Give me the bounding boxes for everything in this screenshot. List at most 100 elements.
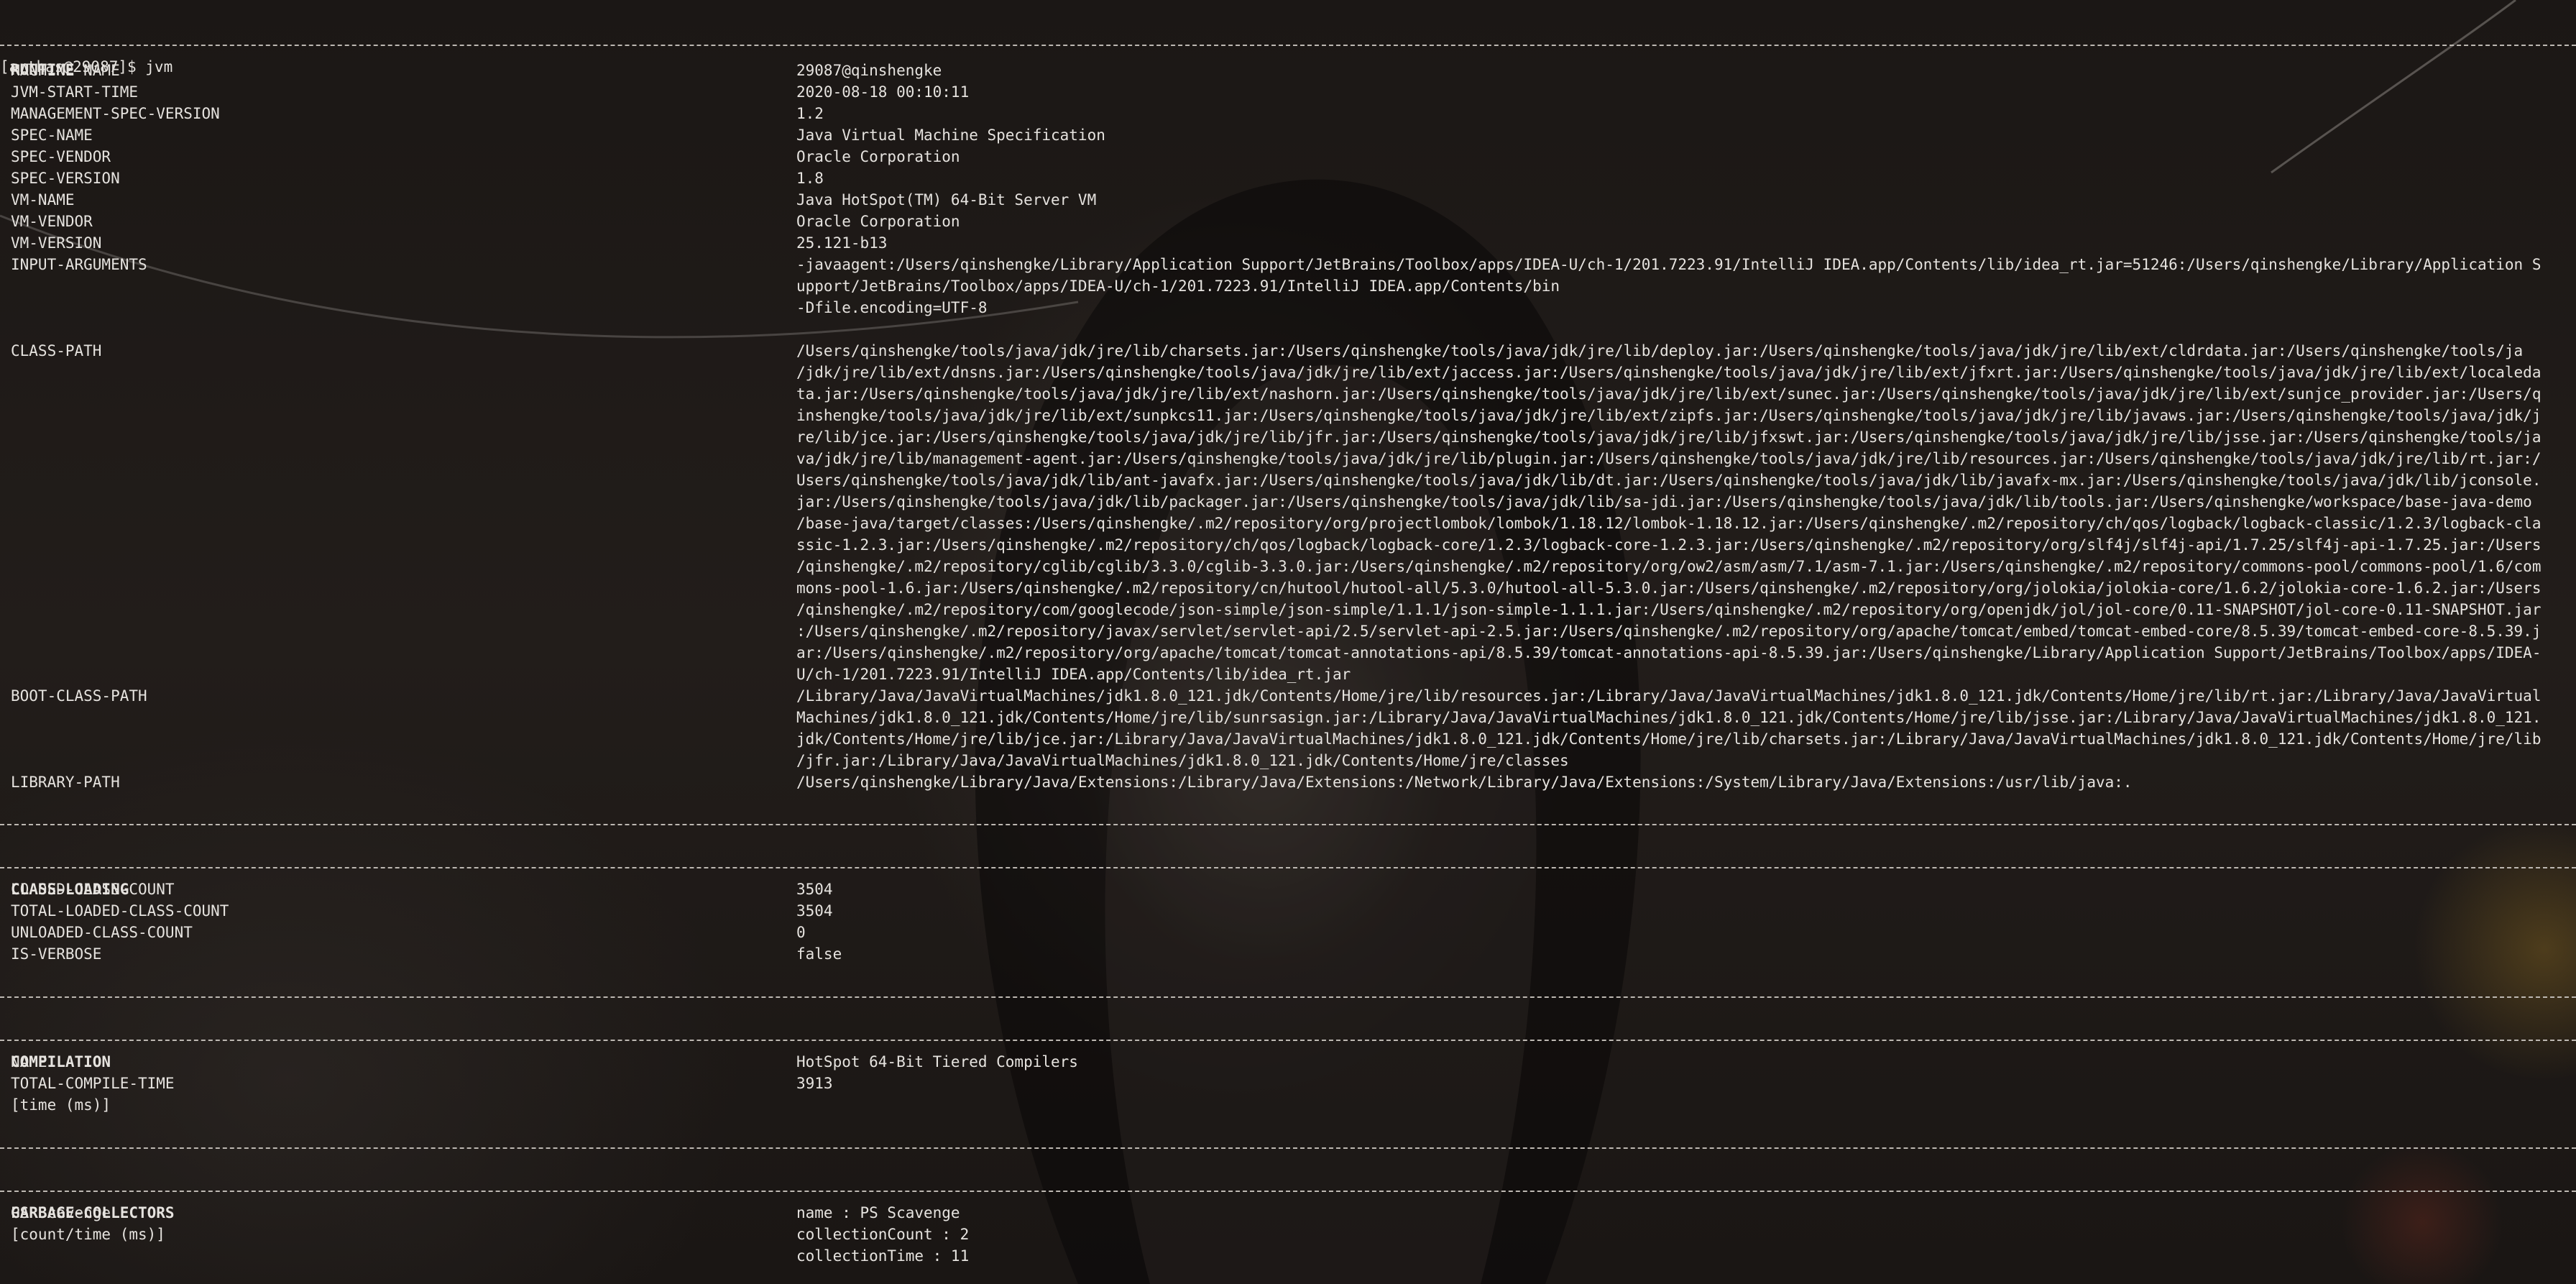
row-value: /base-java/target/classes:/Users/qinshen… xyxy=(796,515,2542,532)
table-row: IS-VERBOSE false xyxy=(0,943,2576,965)
row-value: 3913 xyxy=(796,1075,833,1092)
row-value: /Library/Java/JavaVirtualMachines/jdk1.8… xyxy=(796,687,2542,705)
table-row: [count/time (ms)] collectionCount : 2 xyxy=(0,1224,2576,1245)
table-row: -Dfile.encoding=UTF-8 xyxy=(0,297,2576,318)
row-value: U/ch-1/201.7223.91/IntelliJ IDEA.app/Con… xyxy=(796,666,1351,683)
section-divider xyxy=(0,867,2576,868)
table-row: re/lib/jce.jar:/Users/qinshengke/tools/j… xyxy=(0,426,2576,448)
table-row: SPEC-VERSION 1.8 xyxy=(0,168,2576,189)
row-value: Oracle Corporation xyxy=(796,148,960,165)
row-value: 1.2 xyxy=(796,105,824,122)
row-key: JVM-START-TIME xyxy=(11,83,139,101)
row-value: -javaagent:/Users/qinshengke/Library/App… xyxy=(796,256,2542,273)
table-row: VM-VERSION 25.121-b13 xyxy=(0,232,2576,254)
table-row: SPEC-NAME Java Virtual Machine Specificat… xyxy=(0,124,2576,146)
runtime-table: MACHINE-NAME 29087@qinshengke JVM-START-TI… xyxy=(0,60,2576,793)
table-row: :/Users/qinshengke/.m2/repository/javax/… xyxy=(0,620,2576,642)
row-value: 3504 xyxy=(796,881,833,898)
table-row: /jfr.jar:/Library/Java/JavaVirtualMachin… xyxy=(0,750,2576,771)
garbage-collectors-table: PS Scavenge name : PS Scavenge [count/time… xyxy=(0,1202,2576,1267)
row-key: SPEC-VERSION xyxy=(11,170,120,187)
row-value: HotSpot 64-Bit Tiered Compilers xyxy=(796,1053,1078,1070)
row-key: IS-VERBOSE xyxy=(11,945,102,963)
row-key: SPEC-VENDOR xyxy=(11,148,111,165)
row-key: TOTAL-COMPILE-TIME xyxy=(11,1075,175,1092)
row-value: collectionCount : 2 xyxy=(796,1226,970,1243)
row-value: ta.jar:/Users/qinshengke/tools/java/jdk/… xyxy=(796,385,2542,403)
row-value: Users/qinshengke/tools/java/jdk/lib/ant-… xyxy=(796,472,2542,489)
row-value: ssic-1.2.3.jar:/Users/qinshengke/.m2/rep… xyxy=(796,536,2542,554)
table-row: VM-NAME Java HotSpot(TM) 64-Bit Server VM xyxy=(0,189,2576,211)
table-row: ssic-1.2.3.jar:/Users/qinshengke/.m2/rep… xyxy=(0,534,2576,556)
row-value: /Users/qinshengke/tools/java/jdk/jre/lib… xyxy=(796,342,2524,359)
row-value: inshengke/tools/java/jdk/jre/lib/ext/sun… xyxy=(796,407,2542,424)
row-value: 3504 xyxy=(796,902,833,920)
row-value: jar:/Users/qinshengke/tools/java/jdk/lib… xyxy=(796,493,2532,510)
row-key: NAME xyxy=(11,1053,47,1070)
row-key: SPEC-NAME xyxy=(11,127,93,144)
row-value: Oracle Corporation xyxy=(796,213,960,230)
row-key: [time (ms)] xyxy=(11,1096,111,1114)
row-value: re/lib/jce.jar:/Users/qinshengke/tools/j… xyxy=(796,428,2542,446)
table-row: Users/qinshengke/tools/java/jdk/lib/ant-… xyxy=(0,469,2576,491)
table-row: U/ch-1/201.7223.91/IntelliJ IDEA.app/Con… xyxy=(0,664,2576,685)
table-row: TOTAL-LOADED-CLASS-COUNT 3504 xyxy=(0,900,2576,922)
table-row: inshengke/tools/java/jdk/jre/lib/ext/sun… xyxy=(0,405,2576,426)
table-row xyxy=(0,318,2576,340)
section-divider xyxy=(0,1040,2576,1041)
row-value: Machines/jdk1.8.0_121.jdk/Contents/Home/… xyxy=(796,709,2542,726)
table-row: collectionTime : 11 xyxy=(0,1245,2576,1267)
row-value: jdk/Contents/Home/jre/lib/jce.jar:/Libra… xyxy=(796,730,2542,748)
row-key: LOADED-CLASS-COUNT xyxy=(11,881,175,898)
row-key: INPUT-ARGUMENTS xyxy=(11,256,147,273)
table-row: va/jdk/jre/lib/management-agent.jar:/Use… xyxy=(0,448,2576,469)
table-row: LIBRARY-PATH/Users/qinshengke/Library/Ja… xyxy=(0,771,2576,793)
table-row: PS Scavenge name : PS Scavenge xyxy=(0,1202,2576,1224)
row-value: /jfr.jar:/Library/Java/JavaVirtualMachin… xyxy=(796,752,1569,769)
table-row: /base-java/target/classes:/Users/qinshen… xyxy=(0,513,2576,534)
row-value: ar:/Users/qinshengke/.m2/repository/org/… xyxy=(796,644,2542,661)
table-row: /jdk/jre/lib/ext/dnsns.jar:/Users/qinshe… xyxy=(0,362,2576,383)
section-divider xyxy=(0,1147,2576,1149)
row-value: Java Virtual Machine Specification xyxy=(796,127,1105,144)
row-key: UNLOADED-CLASS-COUNT xyxy=(11,924,193,941)
row-value: 25.121-b13 xyxy=(796,234,888,252)
row-value: false xyxy=(796,945,842,963)
table-row: NAME HotSpot 64-Bit Tiered Compilers xyxy=(0,1051,2576,1073)
table-row: UNLOADED-CLASS-COUNT 0 xyxy=(0,922,2576,943)
table-row: upport/JetBrains/Toolbox/apps/IDEA-U/ch-… xyxy=(0,275,2576,297)
table-row: VM-VENDOR Oracle Corporation xyxy=(0,211,2576,232)
row-value: /qinshengke/.m2/repository/cglib/cglib/3… xyxy=(796,558,2542,575)
row-key: PS Scavenge xyxy=(11,1204,111,1221)
table-row: jdk/Contents/Home/jre/lib/jce.jar:/Libra… xyxy=(0,728,2576,750)
row-key: VM-NAME xyxy=(11,191,75,208)
terminal-window[interactable]: [arthas@29087]$ jvm RUNTIME MACHINE-NAME… xyxy=(0,0,2576,1284)
table-row: TOTAL-COMPILE-TIME 3913 xyxy=(0,1073,2576,1094)
row-value: 0 xyxy=(796,924,806,941)
row-value: -Dfile.encoding=UTF-8 xyxy=(796,299,988,316)
table-row: JVM-START-TIME 2020-08-18 00:10:11 xyxy=(0,81,2576,103)
table-row: /qinshengke/.m2/repository/cglib/cglib/3… xyxy=(0,556,2576,577)
compilation-table: NAME HotSpot 64-Bit Tiered Compilers TOTAL… xyxy=(0,1051,2576,1116)
row-value: collectionTime : 11 xyxy=(796,1247,970,1265)
row-value: 29087@qinshengke xyxy=(796,62,942,79)
table-row: INPUT-ARGUMENTS -javaagent:/Users/qinshen… xyxy=(0,254,2576,275)
row-key: [count/time (ms)] xyxy=(11,1226,165,1243)
table-row: mons-pool-1.6.jar:/Users/qinshengke/.m2/… xyxy=(0,577,2576,599)
table-row: /qinshengke/.m2/repository/com/googlecod… xyxy=(0,599,2576,620)
row-value: name : PS Scavenge xyxy=(796,1204,960,1221)
section-divider xyxy=(0,45,2576,46)
row-key: VM-VENDOR xyxy=(11,213,93,230)
row-key: MANAGEMENT-SPEC-VERSION xyxy=(11,105,220,122)
table-row: jar:/Users/qinshengke/tools/java/jdk/lib… xyxy=(0,491,2576,513)
row-value: /qinshengke/.m2/repository/com/googlecod… xyxy=(796,601,2542,618)
section-divider xyxy=(0,1191,2576,1192)
row-key: VM-VERSION xyxy=(11,234,102,252)
table-row: ta.jar:/Users/qinshengke/tools/java/jdk/… xyxy=(0,383,2576,405)
table-row: ar:/Users/qinshengke/.m2/repository/org/… xyxy=(0,642,2576,664)
row-value: :/Users/qinshengke/.m2/repository/javax/… xyxy=(796,623,2542,640)
section-divider xyxy=(0,824,2576,825)
row-value: va/jdk/jre/lib/management-agent.jar:/Use… xyxy=(796,450,2542,467)
row-key: LIBRARY-PATH xyxy=(11,774,120,791)
table-row: CLASS-PATH/Users/qinshengke/tools/java/j… xyxy=(0,340,2576,362)
